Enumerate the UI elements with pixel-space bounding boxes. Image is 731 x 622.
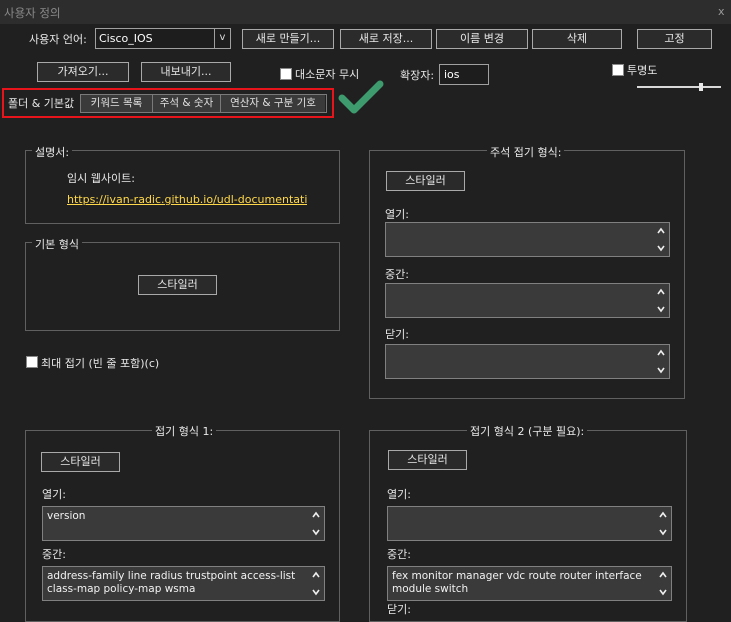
comment-fold-styler-button[interactable]: 스타일러 [386, 171, 465, 191]
transparency-label: 투명도 [627, 64, 658, 77]
chevron-down-icon[interactable] [310, 526, 322, 538]
language-select[interactable]: Cisco_IOS v [95, 28, 231, 49]
chevron-down-icon[interactable] [310, 586, 322, 598]
title-bar [0, 0, 731, 24]
tab-keywords[interactable]: 키워드 목록 [81, 95, 153, 112]
fold1-open-label: 열기: [42, 488, 66, 501]
scrollbar[interactable] [657, 509, 669, 538]
comment-fold-open-label: 열기: [385, 208, 409, 221]
fold-compact-label: 최대 접기 (빈 줄 포함)(c) [41, 357, 160, 370]
rename-button[interactable]: 이름 변경 [436, 29, 528, 49]
scrollbar[interactable] [655, 225, 667, 254]
delete-button[interactable]: 삭제 [532, 29, 622, 49]
import-button[interactable]: 가져오기... [37, 62, 129, 82]
fold2-open-textarea[interactable] [387, 506, 672, 541]
fold1-group-title: 접기 형식 1: [152, 423, 217, 439]
fold1-open-text: version [47, 510, 86, 522]
fold2-close-label: 닫기: [387, 603, 411, 616]
extension-value: ios [444, 68, 460, 81]
fold2-middle-label: 중간: [387, 548, 411, 561]
chevron-up-icon[interactable] [657, 569, 669, 581]
tab-folder-default[interactable]: 폴더 & 기본값 [8, 95, 74, 111]
comment-fold-middle-textarea[interactable] [385, 283, 670, 318]
checkmark-icon [338, 80, 384, 114]
fold1-open-textarea[interactable]: version [42, 506, 325, 541]
close-button[interactable]: x [718, 5, 725, 18]
fold-compact-checkbox[interactable] [26, 356, 38, 368]
new-button[interactable]: 새로 만들기... [242, 29, 334, 49]
fold2-open-label: 열기: [387, 488, 411, 501]
window-title: 사용자 정의 [4, 6, 61, 20]
fold1-styler-button[interactable]: 스타일러 [41, 452, 120, 472]
docs-group [25, 150, 340, 224]
chevron-up-icon[interactable] [655, 347, 667, 359]
extension-label: 확장자: [400, 69, 435, 82]
chevron-up-icon[interactable] [655, 225, 667, 237]
comment-fold-close-label: 닫기: [385, 328, 409, 341]
chevron-up-icon[interactable] [657, 509, 669, 521]
fold2-styler-button[interactable]: 스타일러 [388, 450, 467, 470]
fold1-middle-textarea[interactable]: address-family line radius trustpoint ac… [42, 566, 325, 601]
chevron-up-icon[interactable] [310, 569, 322, 581]
pin-button[interactable]: 고정 [637, 29, 712, 49]
ignore-case-checkbox[interactable] [280, 68, 292, 80]
export-button[interactable]: 내보내기... [141, 62, 231, 82]
chevron-down-icon[interactable] [655, 303, 667, 315]
scrollbar[interactable] [310, 509, 322, 538]
extension-input[interactable]: ios [439, 64, 489, 85]
language-label: 사용자 언어: [29, 33, 87, 46]
default-style-group-title: 기본 형식 [32, 236, 82, 252]
comment-fold-middle-label: 중간: [385, 268, 409, 281]
scrollbar[interactable] [655, 347, 667, 376]
fold2-group-title: 접기 형식 2 (구분 필요): [467, 423, 588, 439]
chevron-down-icon[interactable] [655, 242, 667, 254]
scrollbar[interactable] [310, 569, 322, 598]
tab-strip: 키워드 목록 주석 & 숫자 연산자 & 구분 기호 [80, 94, 327, 113]
temp-site-label: 임시 웹사이트: [67, 172, 135, 185]
tab-comments-numbers[interactable]: 주석 & 숫자 [153, 95, 221, 112]
slider-thumb[interactable] [699, 83, 703, 91]
transparency-checkbox[interactable] [612, 64, 624, 76]
fold2-middle-text: fex monitor manager vdc route router int… [392, 570, 642, 595]
tab-operators-delimiters[interactable]: 연산자 & 구분 기호 [221, 95, 325, 112]
fold1-middle-label: 중간: [42, 548, 66, 561]
comment-fold-open-textarea[interactable] [385, 222, 670, 257]
chevron-down-icon[interactable] [655, 364, 667, 376]
chevron-down-icon[interactable] [657, 586, 669, 598]
chevron-up-icon[interactable] [655, 286, 667, 298]
save-as-button[interactable]: 새로 저장... [340, 29, 432, 49]
default-styler-button[interactable]: 스타일러 [138, 275, 217, 295]
chevron-up-icon[interactable] [310, 509, 322, 521]
comment-fold-close-textarea[interactable] [385, 344, 670, 379]
comment-fold-group-title: 주석 접기 형식: [487, 144, 565, 160]
transparency-slider[interactable] [637, 83, 721, 91]
scrollbar[interactable] [657, 569, 669, 598]
language-select-value: Cisco_IOS [99, 32, 153, 45]
slider-track [637, 86, 721, 88]
fold1-middle-text: address-family line radius trustpoint ac… [47, 570, 296, 595]
docs-group-title: 설명서: [32, 144, 73, 160]
scrollbar[interactable] [655, 286, 667, 315]
chevron-down-icon[interactable] [657, 526, 669, 538]
documentation-link[interactable]: https://ivan-radic.github.io/udl-documen… [67, 193, 307, 206]
dropdown-arrow-icon[interactable]: v [214, 29, 230, 48]
fold2-middle-textarea[interactable]: fex monitor manager vdc route router int… [387, 566, 672, 601]
